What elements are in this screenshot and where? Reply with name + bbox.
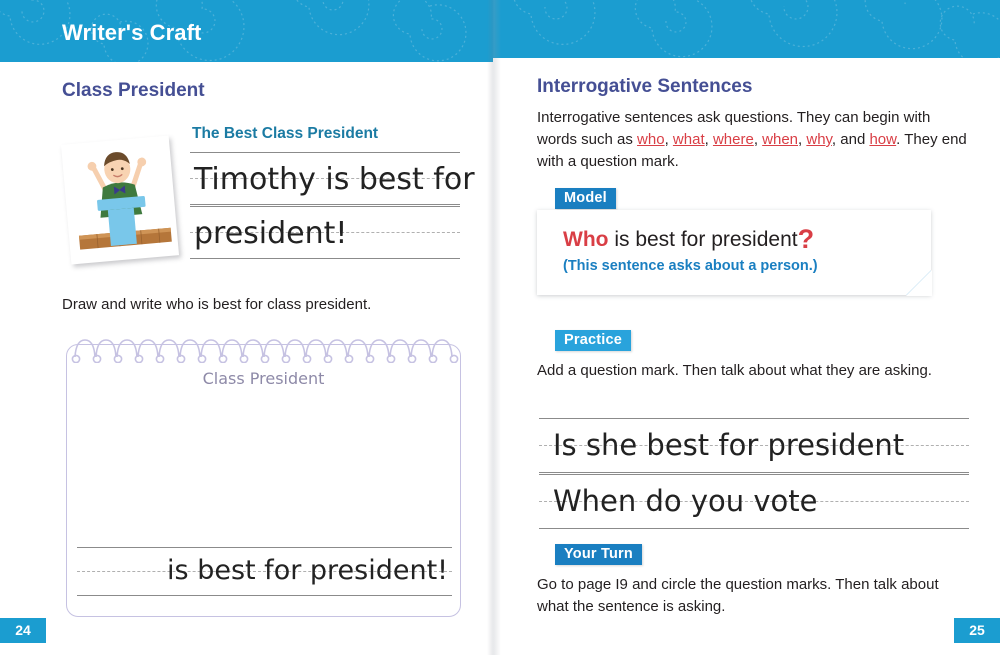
rule-base-line: [190, 258, 460, 259]
intro-joiner-1: ,: [664, 131, 673, 148]
your-turn-directions: Go to page I9 and circle the question ma…: [537, 576, 939, 615]
lesson-title: Class President: [62, 80, 205, 101]
model-sentence-rest: is best for president: [608, 228, 798, 251]
sample-line-2: president!: [194, 216, 348, 251]
chip-model: Model: [555, 188, 616, 209]
notepad-answer-text: is best for president!: [167, 555, 448, 586]
rule-top-line: [190, 206, 460, 207]
podium-photo: [60, 135, 180, 265]
header-band-left: Writer's Craft: [0, 0, 493, 62]
notepad-answer-area[interactable]: Class President is best for president!: [66, 339, 461, 617]
notepad-title: Class President: [202, 369, 325, 388]
intro-joiner-2: ,: [704, 131, 713, 148]
sample-line-1: Timothy is best for: [194, 162, 475, 197]
sample-handwriting-lines: Timothy is best for president!: [190, 152, 475, 260]
rule-base-line: [539, 528, 969, 529]
chip-practice: Practice: [555, 330, 632, 351]
handwriting-row: president!: [190, 206, 460, 260]
rule-base-line: [190, 204, 460, 205]
intro-paragraph: Interrogative sentences ask questions. T…: [537, 107, 971, 173]
page-number-left: 24: [0, 618, 46, 643]
sample-heading: The Best Class President: [192, 125, 379, 142]
model-note: (This sentence asks about a person.): [563, 258, 818, 274]
model-sentence: Who is best for president?: [563, 224, 814, 255]
practice-directions: Add a question mark. Then talk about wha…: [537, 362, 932, 379]
practice-line-1: Is she best for president: [553, 428, 905, 462]
draw-instruction: Draw and write who is best for class pre…: [62, 296, 372, 313]
model-callout-box: Who is best for president? (This sentenc…: [537, 210, 932, 296]
rule-top-line: [539, 418, 969, 419]
section-title: Interrogative Sentences: [537, 76, 753, 97]
band-title: Writer's Craft: [62, 20, 202, 45]
intro-conjunction: , and: [831, 131, 870, 148]
page-number-right: 25: [954, 618, 1000, 643]
question-mark-icon: ?: [797, 224, 815, 254]
header-band-right: [493, 0, 1000, 58]
boy-at-podium-icon: [78, 152, 172, 250]
handwriting-row: Timothy is best for: [190, 152, 475, 206]
spiral-binding-icon: [71, 339, 459, 363]
question-word-where: where: [712, 131, 754, 148]
handwriting-row[interactable]: Is she best for president: [539, 418, 969, 474]
rule-base-line: [539, 472, 969, 473]
rule-top-line: [190, 152, 460, 153]
left-page: Writer's Craft Class President The Best …: [0, 0, 493, 655]
book-spread: Writer's Craft Class President The Best …: [0, 0, 1000, 655]
question-word-when: when: [762, 131, 799, 148]
rule-base-line: [77, 595, 452, 596]
question-word-how: how: [869, 131, 897, 148]
handwriting-row[interactable]: is best for president!: [77, 547, 452, 597]
question-word-what: what: [672, 131, 705, 148]
model-red-word: Who: [563, 228, 609, 251]
rule-top-line: [77, 547, 452, 548]
question-word-why: why: [806, 131, 832, 148]
notepad-handwriting-line[interactable]: is best for president!: [77, 547, 452, 597]
page-curl-corner: [906, 270, 932, 296]
rule-top-line: [539, 474, 969, 475]
right-page: Interrogative Sentences Interrogative se…: [493, 0, 1000, 655]
intro-joiner-3: ,: [753, 131, 763, 148]
practice-line-2: When do you vote: [553, 484, 818, 518]
practice-handwriting-lines[interactable]: Is she best for president When do you vo…: [539, 418, 969, 530]
chip-your-turn: Your Turn: [555, 544, 642, 565]
handwriting-row[interactable]: When do you vote: [539, 474, 969, 530]
question-word-who: who: [637, 131, 665, 148]
